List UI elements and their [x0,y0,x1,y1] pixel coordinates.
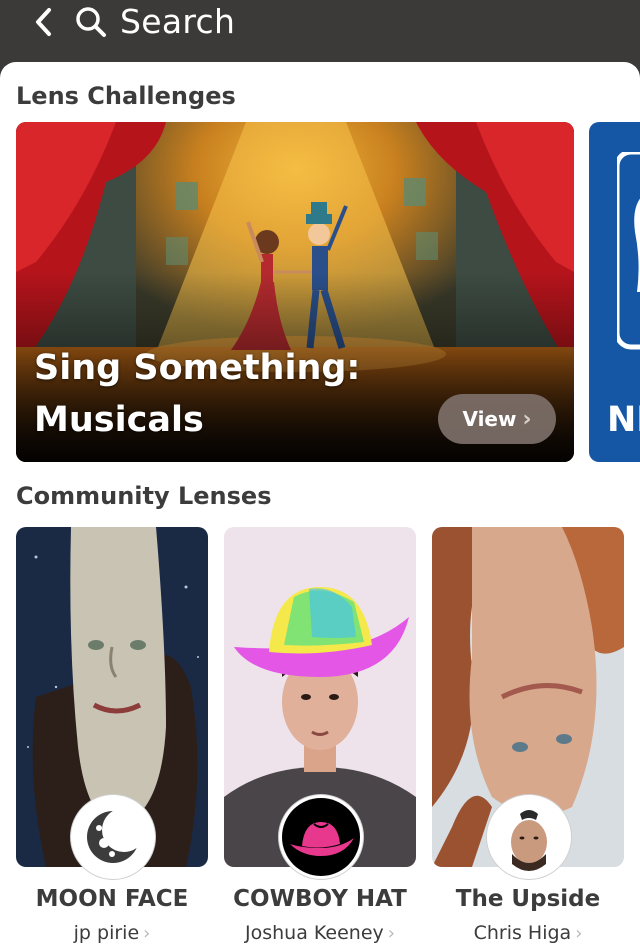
content-sheet: Lens Challenges Sing Something: Musicals… [0,62,640,949]
lens-name[interactable]: COWBOY HAT [216,886,424,912]
nba-logo-icon [617,152,640,350]
lens-name[interactable]: MOON FACE [8,886,216,912]
moon-icon [74,798,152,876]
search-field[interactable]: Search [120,0,235,44]
challenge-title-2: NBA [607,400,640,440]
search-button[interactable] [74,4,108,40]
lens-name[interactable]: The Upside [424,886,632,912]
chevron-right-icon: › [522,406,532,432]
view-label: View [462,407,517,431]
lens-author: Joshua Keeney [245,922,384,944]
community-lenses-heading: Community Lenses [16,482,272,510]
lens-avatar-moon[interactable] [71,795,155,879]
lens-avatar-cowboy[interactable] [279,795,363,879]
view-button[interactable]: View › [438,394,556,444]
challenge-title: Sing Something: Musicals [34,348,361,440]
lens-author: Chris Higa [473,922,572,944]
creator-avatar-icon [490,798,568,876]
lens-author-link[interactable]: jp pirie › [8,922,216,944]
top-bar: Search [0,0,640,62]
chevron-right-icon: › [143,923,151,944]
lens-challenges-heading: Lens Challenges [16,82,236,110]
lens-author: jp pirie [73,922,140,944]
back-button[interactable] [30,6,58,38]
chevron-right-icon: › [387,923,395,944]
back-chevron-icon [36,8,51,36]
cowboy-hat-icon [282,798,360,876]
lens-author-link[interactable]: Joshua Keeney › [216,922,424,944]
lens-avatar-upside[interactable] [487,795,571,879]
chevron-right-icon: › [575,923,583,944]
lens-author-link[interactable]: Chris Higa › [424,922,632,944]
challenge-card-nba[interactable]: NBA [589,122,640,462]
search-icon [76,7,106,37]
challenge-card-musicals[interactable]: Sing Something: Musicals View › [16,122,574,462]
